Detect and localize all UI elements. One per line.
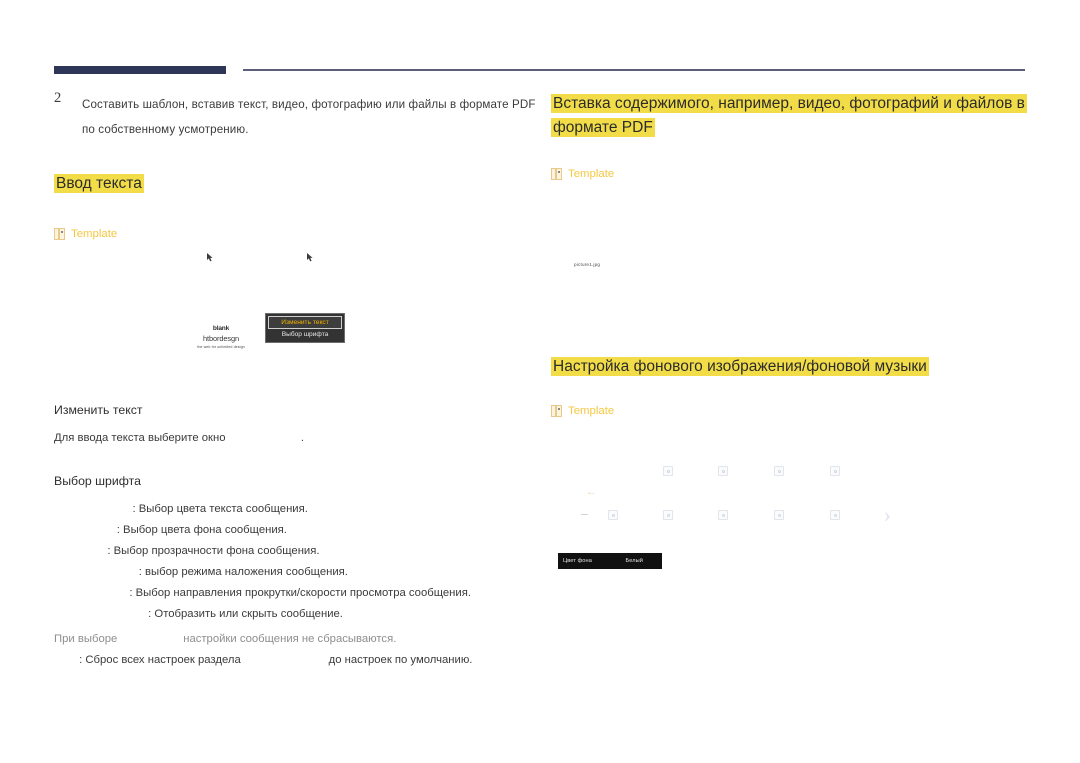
thumbnail-item[interactable]	[663, 466, 673, 476]
dash-marker	[581, 514, 588, 515]
template-icon	[54, 228, 65, 240]
font-reset-line: : Сброс всех настроек раздела до настрое…	[54, 654, 473, 666]
subheading-font-select: Выбор шрифта	[54, 474, 141, 488]
thumbnail-item[interactable]	[608, 510, 618, 520]
font-option-line: : выбор режима наложения сообщения.	[54, 566, 348, 578]
thumbnail-item[interactable]	[774, 510, 784, 520]
template-tag-label: Template	[568, 168, 615, 180]
thumbnail-item[interactable]	[774, 466, 784, 476]
template-icon	[551, 168, 562, 180]
right-column-section-2: Настройка фонового изображения/фоновой м…	[551, 355, 1027, 417]
background-settings-illustration: ← › Цвет фона Белый	[553, 452, 893, 577]
thumbnail-item[interactable]	[718, 466, 728, 476]
left-column: 2 Составить шаблон, вставив текст, видео…	[54, 90, 540, 240]
step-number: 2	[54, 90, 62, 106]
body-select-window: Для ввода текста выберите окно .	[54, 432, 304, 444]
document-page: 2 Составить шаблон, вставив текст, видео…	[0, 0, 1080, 763]
left-lower-text: Изменить текст Для ввода текста выберите…	[54, 400, 540, 671]
picture-file-label: picture1.jpg	[574, 262, 601, 267]
template-tag-label: Template	[71, 228, 118, 240]
template-tag-label: Template	[568, 405, 615, 417]
font-option-list: : Выбор цвета текста сообщения. : Выбор …	[54, 499, 540, 671]
thumbnail-item[interactable]	[663, 510, 673, 520]
heading-input-text-wrap: Ввод текста	[54, 172, 540, 196]
background-color-label: Цвет фона	[563, 558, 592, 564]
template-tag-right-2: Template	[551, 405, 1027, 417]
context-menu-item-font-select[interactable]: Выбор шрифта	[268, 329, 342, 340]
step-text: Составить шаблон, вставив текст, видео, …	[82, 98, 536, 136]
font-note: При выборе настройки сообщения не сбрасы…	[54, 633, 397, 645]
brand-line-1: blank	[212, 325, 230, 332]
pointer-cursor-icon	[306, 253, 315, 262]
numbered-step: 2 Составить шаблон, вставив текст, видео…	[54, 90, 540, 142]
back-arrow-icon: ←	[586, 486, 597, 498]
thumbnail-item[interactable]	[718, 510, 728, 520]
heading-insert-content: Вставка содержимого, например, видео, фо…	[551, 94, 1027, 137]
heading-background-settings-wrap: Настройка фонового изображения/фоновой м…	[551, 355, 1027, 379]
font-option-line: : Выбор цвета фона сообщения.	[54, 524, 287, 536]
right-column: Вставка содержимого, например, видео, фо…	[551, 92, 1027, 180]
header-rule-thick	[54, 66, 226, 74]
font-option-line: : Выбор цвета текста сообщения.	[54, 503, 308, 515]
template-tag-left: Template	[54, 228, 540, 240]
picture-illustration: picture1.jpg	[560, 196, 860, 286]
template-brand-block: blank htbordesgn the web for unlimited d…	[178, 324, 264, 351]
subheading-change-text: Изменить текст	[54, 403, 143, 417]
header-rule-thin	[243, 69, 1025, 71]
chevron-right-icon[interactable]: ›	[884, 504, 891, 526]
brand-line-3: the web for unlimited design	[197, 345, 245, 349]
heading-input-text: Ввод текста	[54, 174, 144, 193]
font-option-line: : Выбор прозрачности фона сообщения.	[54, 545, 320, 557]
font-option-line: : Выбор направления прокрутки/скорости п…	[54, 587, 471, 599]
context-menu-item-edit-text[interactable]: Изменить текст	[268, 316, 342, 329]
background-color-value: Белый	[625, 558, 643, 564]
background-color-bar[interactable]: Цвет фона Белый	[558, 553, 662, 569]
thumbnail-item[interactable]	[830, 510, 840, 520]
pointer-cursor-icon	[206, 253, 215, 262]
thumbnail-item[interactable]	[830, 466, 840, 476]
text-entry-illustration: blank htbordesgn the web for unlimited d…	[60, 240, 480, 385]
template-icon	[551, 405, 562, 417]
context-menu[interactable]: Изменить текст Выбор шрифта	[265, 313, 345, 343]
heading-background-settings: Настройка фонового изображения/фоновой м…	[551, 357, 929, 376]
brand-line-2: htbordesgn	[203, 334, 239, 343]
heading-insert-content-wrap: Вставка содержимого, например, видео, фо…	[551, 92, 1027, 140]
template-tag-right-1: Template	[551, 168, 1027, 180]
font-option-line: : Отобразить или скрыть сообщение.	[54, 608, 343, 620]
